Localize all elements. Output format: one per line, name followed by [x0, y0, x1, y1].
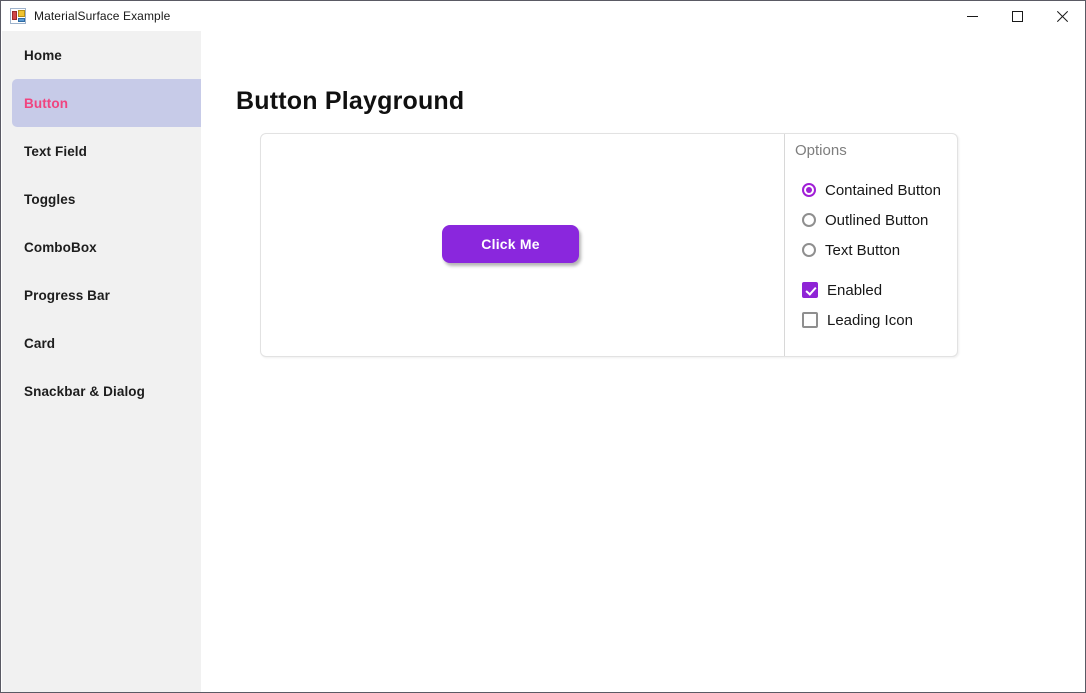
window-controls	[950, 1, 1085, 31]
sidebar-item-card[interactable]: Card	[2, 319, 201, 367]
sidebar-item-label: Home	[24, 47, 62, 63]
radio-selected-icon	[802, 183, 816, 197]
sidebar-item-label: Snackbar & Dialog	[24, 383, 145, 399]
maximize-button[interactable]	[995, 1, 1040, 31]
button-preview-area: Click Me	[261, 134, 784, 356]
sidebar-item-progress-bar[interactable]: Progress Bar	[2, 271, 201, 319]
main-content: Button Playground Click Me Options Conta…	[201, 31, 1085, 692]
options-list: Contained Button Outlined Button Text Bu…	[802, 175, 958, 335]
options-title: Options	[795, 142, 847, 159]
radio-text-button[interactable]: Text Button	[802, 235, 958, 265]
window-title: MaterialSurface Example	[34, 9, 171, 23]
demo-card: Click Me Options Contained Button Outlin…	[260, 133, 958, 357]
minimize-icon	[967, 11, 978, 22]
sidebar-nav: Home Button Text Field Toggles ComboBox …	[2, 31, 201, 692]
sidebar-item-label: Card	[24, 335, 56, 351]
checkbox-enabled[interactable]: Enabled	[802, 275, 958, 305]
sidebar-item-label: Button	[24, 95, 69, 111]
app-window: MaterialSurface Example Home Button Text…	[0, 0, 1086, 693]
minimize-button[interactable]	[950, 1, 995, 31]
radio-label: Contained Button	[825, 181, 941, 199]
page-title: Button Playground	[236, 87, 465, 115]
radio-outlined-button[interactable]: Outlined Button	[802, 205, 958, 235]
close-button[interactable]	[1040, 1, 1085, 31]
sidebar-item-label: Text Field	[24, 143, 88, 159]
winforms-app-icon	[10, 8, 26, 24]
maximize-icon	[1012, 10, 1023, 22]
radio-unselected-icon	[802, 213, 816, 227]
radio-label: Text Button	[825, 241, 901, 259]
radio-contained-button[interactable]: Contained Button	[802, 175, 958, 205]
title-bar: MaterialSurface Example	[1, 1, 1085, 31]
checkbox-checked-icon	[802, 282, 818, 298]
options-panel: Options Contained Button Outlined Button…	[785, 134, 958, 356]
click-me-button[interactable]: Click Me	[442, 225, 579, 263]
sidebar-item-label: Toggles	[24, 191, 76, 207]
close-icon	[1057, 10, 1068, 22]
radio-label: Outlined Button	[825, 211, 929, 229]
checkbox-leading-icon[interactable]: Leading Icon	[802, 305, 958, 335]
checkbox-label: Enabled	[827, 281, 883, 299]
checkbox-label: Leading Icon	[827, 311, 913, 329]
sidebar-item-label: ComboBox	[24, 239, 97, 255]
sidebar-item-toggles[interactable]: Toggles	[2, 175, 201, 223]
sidebar-item-home[interactable]: Home	[2, 31, 201, 79]
checkbox-unchecked-icon	[802, 312, 818, 328]
sidebar-item-combobox[interactable]: ComboBox	[2, 223, 201, 271]
radio-unselected-icon	[802, 243, 816, 257]
sidebar-item-label: Progress Bar	[24, 287, 110, 303]
sidebar-item-text-field[interactable]: Text Field	[2, 127, 201, 175]
sidebar-item-snackbar-dialog[interactable]: Snackbar & Dialog	[2, 367, 201, 415]
sidebar-item-button[interactable]: Button	[12, 79, 201, 127]
